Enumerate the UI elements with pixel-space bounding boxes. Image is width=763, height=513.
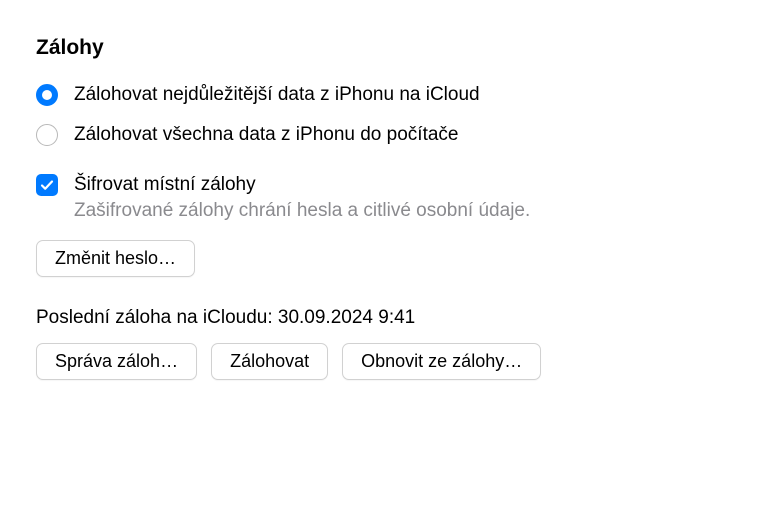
backup-destination-group: Zálohovat nejdůležitější data z iPhonu n… (36, 84, 727, 146)
radio-option-local[interactable]: Zálohovat všechna data z iPhonu do počít… (36, 124, 727, 146)
encrypt-label: Šifrovat místní zálohy (74, 174, 727, 196)
radio-label-local: Zálohovat všechna data z iPhonu do počít… (74, 124, 458, 146)
restore-backup-button[interactable]: Obnovit ze zálohy… (342, 343, 541, 380)
radio-unselected-icon (36, 124, 58, 146)
change-password-button[interactable]: Změnit heslo… (36, 240, 195, 277)
backup-now-button[interactable]: Zálohovat (211, 343, 328, 380)
encrypt-backup-row: Šifrovat místní zálohy Zašifrované záloh… (36, 174, 727, 222)
checkmark-icon (40, 178, 54, 192)
encrypt-checkbox[interactable] (36, 174, 58, 196)
section-title: Zálohy (36, 36, 727, 60)
radio-label-icloud: Zálohovat nejdůležitější data z iPhonu n… (74, 84, 480, 106)
radio-option-icloud[interactable]: Zálohovat nejdůležitější data z iPhonu n… (36, 84, 727, 106)
change-password-row: Změnit heslo… (36, 240, 727, 277)
manage-backups-button[interactable]: Správa záloh… (36, 343, 197, 380)
encrypt-content: Šifrovat místní zálohy Zašifrované záloh… (74, 174, 727, 222)
encrypt-description: Zašifrované zálohy chrání hesla a citliv… (74, 200, 727, 222)
last-backup-text: Poslední záloha na iCloudu: 30.09.2024 9… (36, 307, 727, 329)
backup-actions-row: Správa záloh… Zálohovat Obnovit ze záloh… (36, 343, 727, 380)
radio-selected-icon (36, 84, 58, 106)
